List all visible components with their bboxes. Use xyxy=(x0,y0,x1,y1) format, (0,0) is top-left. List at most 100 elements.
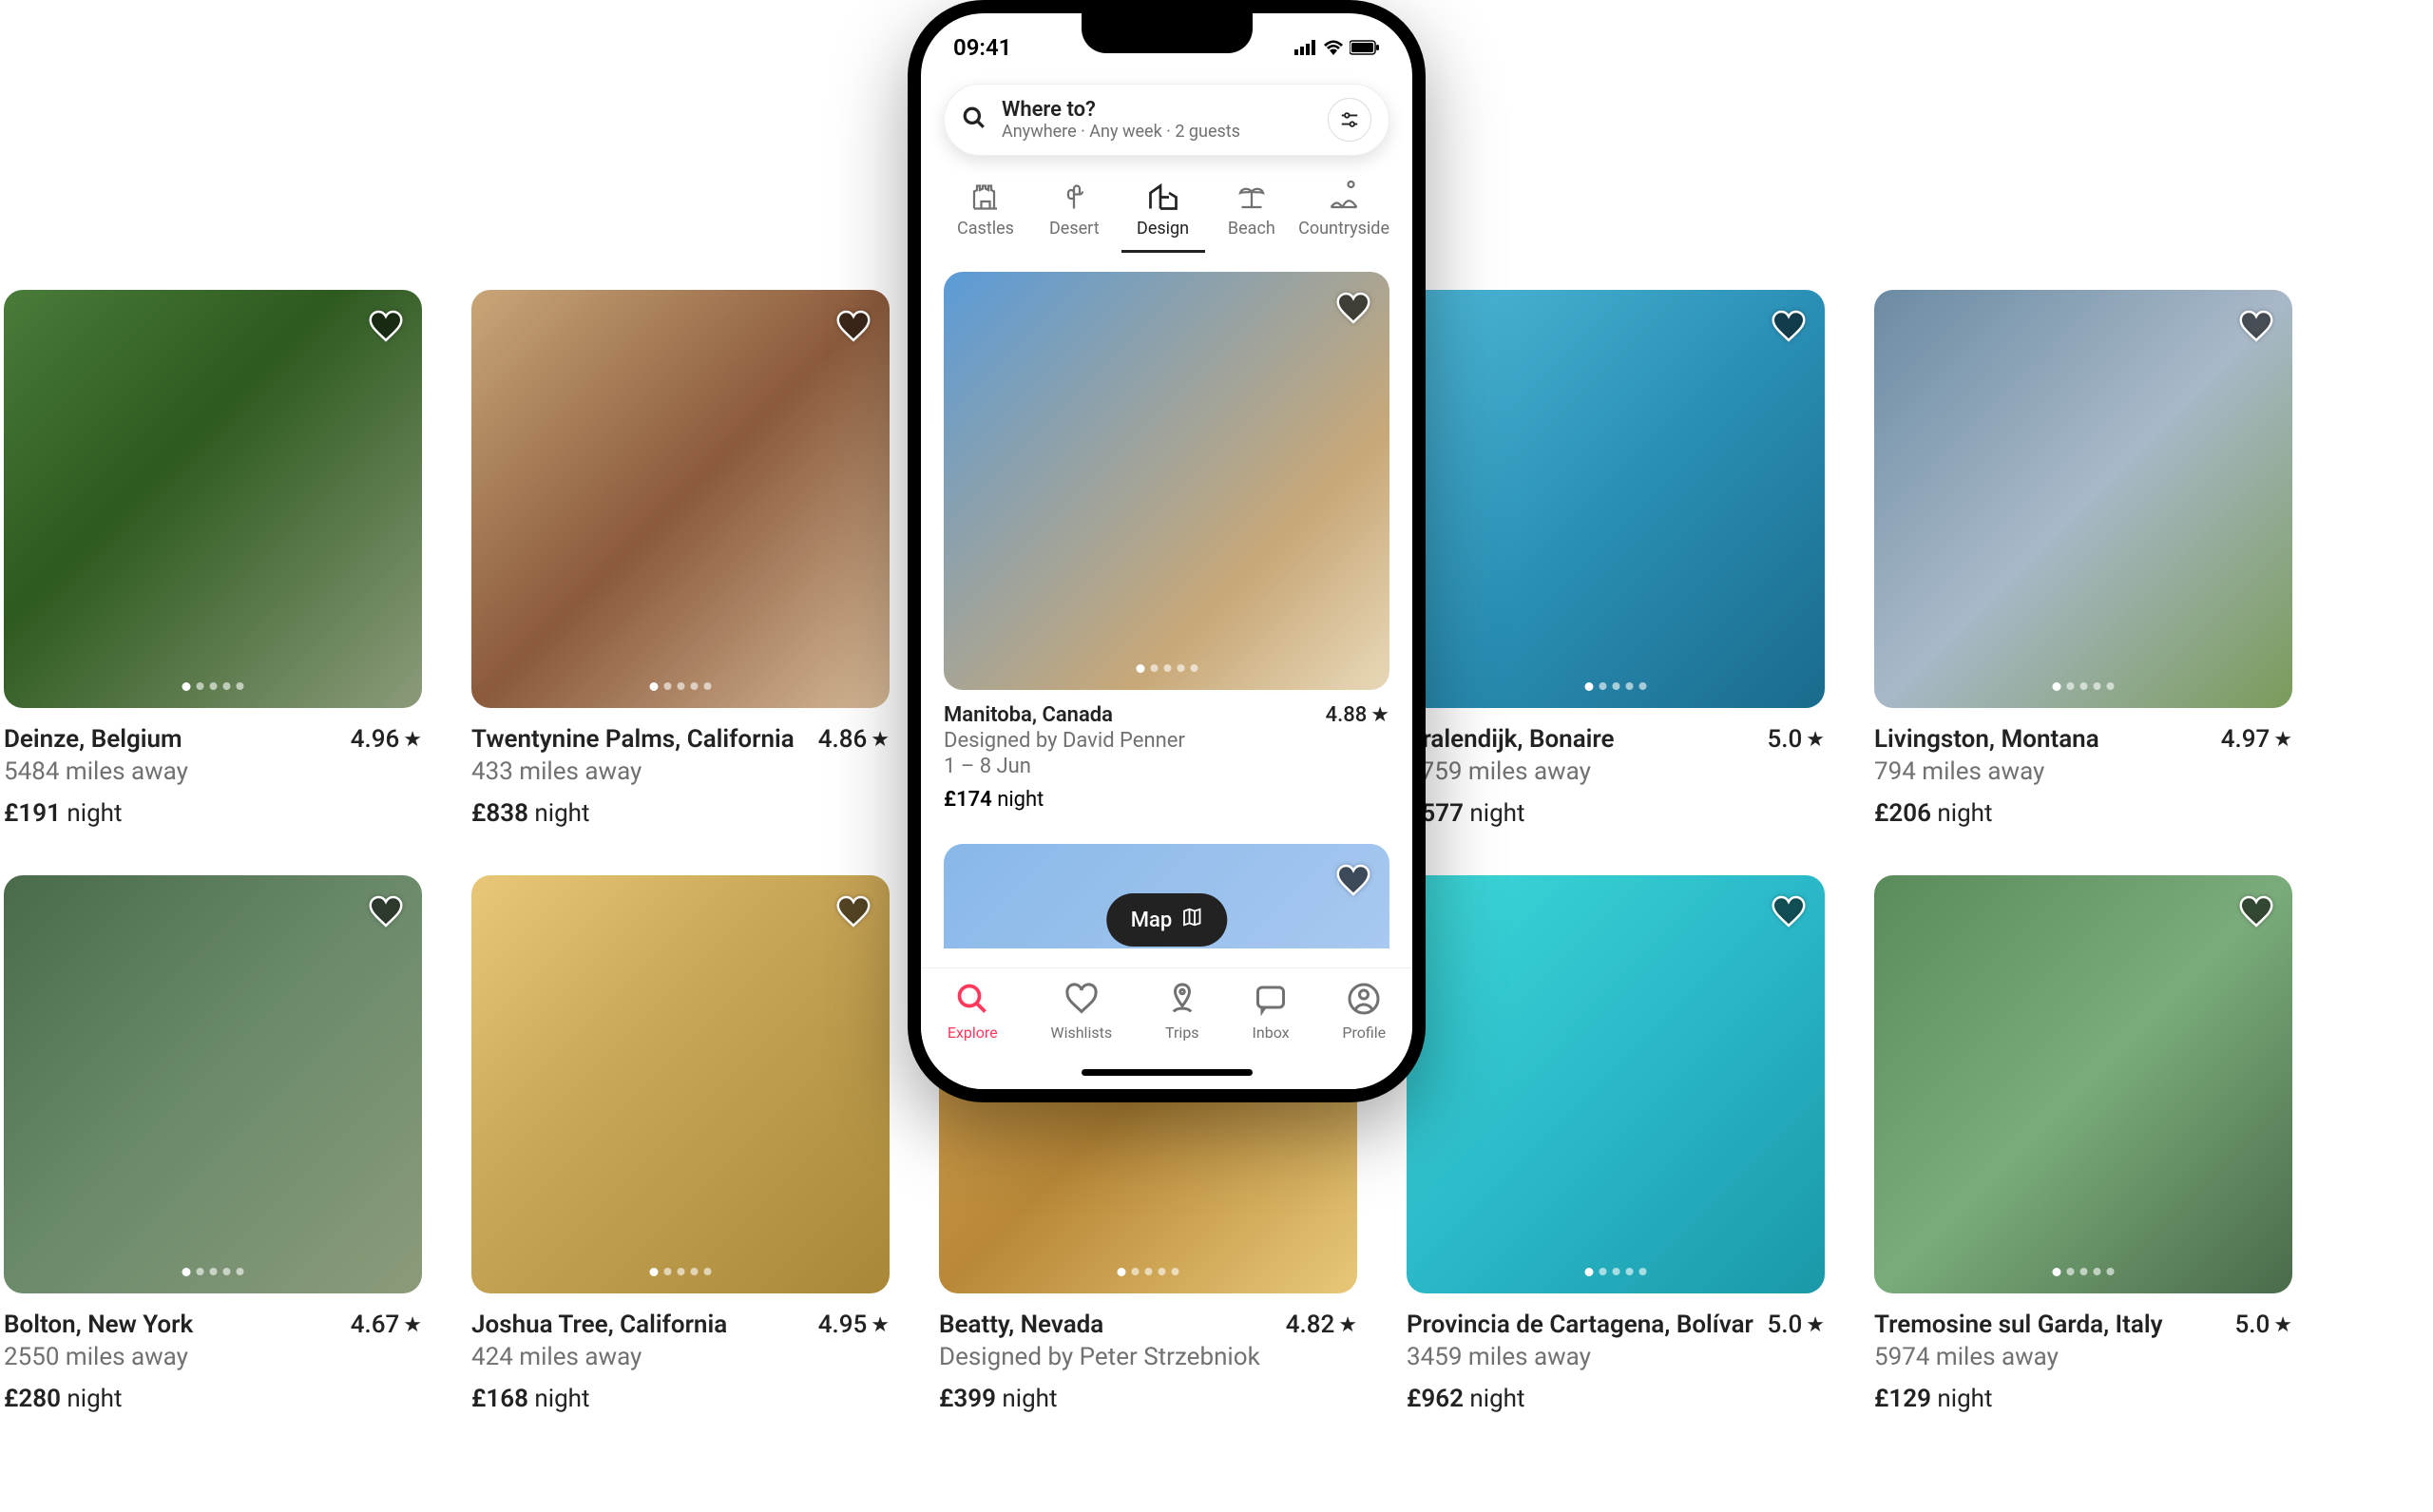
listing-location: Provincia de Cartagena, Bolívar xyxy=(1407,1311,1753,1339)
category-castles[interactable]: Castles xyxy=(944,179,1027,253)
listing-price: £168 night xyxy=(471,1385,890,1413)
star-icon: ★ xyxy=(871,728,890,752)
battery-icon xyxy=(1350,34,1380,61)
explore-icon xyxy=(955,982,989,1020)
filter-button[interactable] xyxy=(1328,98,1371,142)
desert-icon xyxy=(1057,179,1091,213)
star-icon: ★ xyxy=(2273,1313,2292,1337)
wishlists-icon xyxy=(1064,982,1099,1020)
listing-info: Tremosine sul Garda, Italy 5.0 ★ 5974 mi… xyxy=(1874,1293,2292,1413)
star-icon: ★ xyxy=(871,1313,890,1337)
listing-image[interactable] xyxy=(4,875,422,1293)
listing-location: Joshua Tree, California xyxy=(471,1311,727,1339)
tab-label: Profile xyxy=(1342,1024,1386,1042)
star-icon: ★ xyxy=(403,728,422,752)
tab-explore[interactable]: Explore xyxy=(948,982,998,1089)
listing-card[interactable]: Kralendijk, Bonaire 5.0 ★ 3759 miles awa… xyxy=(1407,290,1825,828)
home-indicator xyxy=(1082,1069,1253,1076)
star-icon: ★ xyxy=(1338,1313,1357,1337)
listing-info: Bolton, New York 4.67 ★ 2550 miles away … xyxy=(4,1293,422,1413)
image-pagination xyxy=(1585,1268,1647,1276)
listing-image[interactable] xyxy=(471,875,890,1293)
wishlist-heart-button[interactable] xyxy=(1334,861,1372,899)
listing-card[interactable]: Livingston, Montana 4.97 ★ 794 miles awa… xyxy=(1874,290,2292,828)
tab-label: Trips xyxy=(1165,1024,1199,1042)
tab-profile[interactable]: Profile xyxy=(1342,982,1386,1089)
trips-icon xyxy=(1165,982,1199,1020)
star-icon: ★ xyxy=(1370,703,1389,727)
listing-price: £191 night xyxy=(4,799,422,828)
featured-designer: Designed by David Penner xyxy=(944,729,1389,753)
image-pagination xyxy=(2053,1268,2115,1276)
image-pagination xyxy=(182,682,244,691)
tab-label: Inbox xyxy=(1253,1024,1290,1042)
map-icon xyxy=(1181,907,1202,933)
listing-card[interactable]: Joshua Tree, California 4.95 ★ 424 miles… xyxy=(471,875,890,1413)
inbox-icon xyxy=(1254,982,1288,1020)
listing-image[interactable] xyxy=(1874,875,2292,1293)
listing-distance: 424 miles away xyxy=(471,1343,890,1371)
listing-distance: 3459 miles away xyxy=(1407,1343,1825,1371)
wishlist-heart-button[interactable] xyxy=(834,892,872,930)
listing-image[interactable] xyxy=(1407,875,1825,1293)
listing-distance: 2550 miles away xyxy=(4,1343,422,1371)
category-countryside[interactable]: Countryside xyxy=(1298,179,1389,253)
listing-price: £280 night xyxy=(4,1385,422,1413)
map-button[interactable]: Map xyxy=(1106,893,1227,947)
phone-content[interactable]: Manitoba, Canada 4.88 ★ Designed by Davi… xyxy=(921,253,1412,1089)
status-time: 09:41 xyxy=(953,34,1011,61)
listing-card[interactable]: Tremosine sul Garda, Italy 5.0 ★ 5974 mi… xyxy=(1874,875,2292,1413)
phone-screen: 09:41 Where to? Anywhere · Any week · 2 … xyxy=(921,13,1412,1089)
listing-location: Tremosine sul Garda, Italy xyxy=(1874,1311,2163,1339)
listing-card[interactable]: Bolton, New York 4.67 ★ 2550 miles away … xyxy=(4,875,422,1413)
profile-icon xyxy=(1347,982,1381,1020)
category-desert[interactable]: Desert xyxy=(1032,179,1116,253)
listing-location: Deinze, Belgium xyxy=(4,725,182,754)
beach-icon xyxy=(1235,179,1269,213)
listing-card[interactable]: Deinze, Belgium 4.96 ★ 5484 miles away £… xyxy=(4,290,422,828)
map-label: Map xyxy=(1131,909,1172,932)
wishlist-heart-button[interactable] xyxy=(1770,892,1808,930)
listing-card[interactable]: Twentynine Palms, California 4.86 ★ 433 … xyxy=(471,290,890,828)
image-pagination xyxy=(1585,682,1647,691)
category-beach[interactable]: Beach xyxy=(1210,179,1293,253)
listing-price: £206 night xyxy=(1874,799,2292,828)
listing-info: Twentynine Palms, California 4.86 ★ 433 … xyxy=(471,708,890,828)
star-icon: ★ xyxy=(403,1313,422,1337)
listing-image[interactable] xyxy=(1407,290,1825,708)
listing-distance: Designed by Peter Strzebniok xyxy=(939,1343,1357,1371)
wishlist-heart-button[interactable] xyxy=(367,892,405,930)
listing-image[interactable] xyxy=(4,290,422,708)
search-subtitle: Anywhere · Any week · 2 guests xyxy=(1002,122,1312,142)
tab-inbox[interactable]: Inbox xyxy=(1253,982,1290,1089)
wishlist-heart-button[interactable] xyxy=(367,307,405,345)
listing-image[interactable] xyxy=(471,290,890,708)
featured-price: £174 night xyxy=(944,788,1389,812)
listing-location: Kralendijk, Bonaire xyxy=(1407,725,1615,754)
listing-price: £129 night xyxy=(1874,1385,2292,1413)
image-pagination xyxy=(650,1268,712,1276)
wishlist-heart-button[interactable] xyxy=(1334,289,1372,327)
search-bar[interactable]: Where to? Anywhere · Any week · 2 guests xyxy=(944,84,1389,156)
category-design[interactable]: Design xyxy=(1121,179,1205,253)
featured-image[interactable] xyxy=(944,272,1389,690)
phone-frame: 09:41 Where to? Anywhere · Any week · 2 … xyxy=(908,0,1426,1102)
featured-location: Manitoba, Canada xyxy=(944,703,1113,727)
tab-label: Wishlists xyxy=(1050,1024,1112,1042)
signal-icon xyxy=(1294,34,1317,61)
wifi-icon xyxy=(1323,34,1344,61)
listing-image[interactable] xyxy=(1874,290,2292,708)
image-pagination xyxy=(1118,1268,1179,1276)
wishlist-heart-button[interactable] xyxy=(2237,307,2275,345)
wishlist-heart-button[interactable] xyxy=(2237,892,2275,930)
wishlist-heart-button[interactable] xyxy=(1770,307,1808,345)
image-pagination xyxy=(650,682,712,691)
star-icon: ★ xyxy=(1806,728,1825,752)
listing-rating: 5.0 ★ xyxy=(1767,1311,1825,1339)
wishlist-heart-button[interactable] xyxy=(834,307,872,345)
listing-distance: 3759 miles away xyxy=(1407,757,1825,786)
status-icons xyxy=(1294,34,1380,61)
listing-info: Kralendijk, Bonaire 5.0 ★ 3759 miles awa… xyxy=(1407,708,1825,828)
listing-card[interactable]: Provincia de Cartagena, Bolívar 5.0 ★ 34… xyxy=(1407,875,1825,1413)
listing-rating: 4.96 ★ xyxy=(351,725,422,754)
